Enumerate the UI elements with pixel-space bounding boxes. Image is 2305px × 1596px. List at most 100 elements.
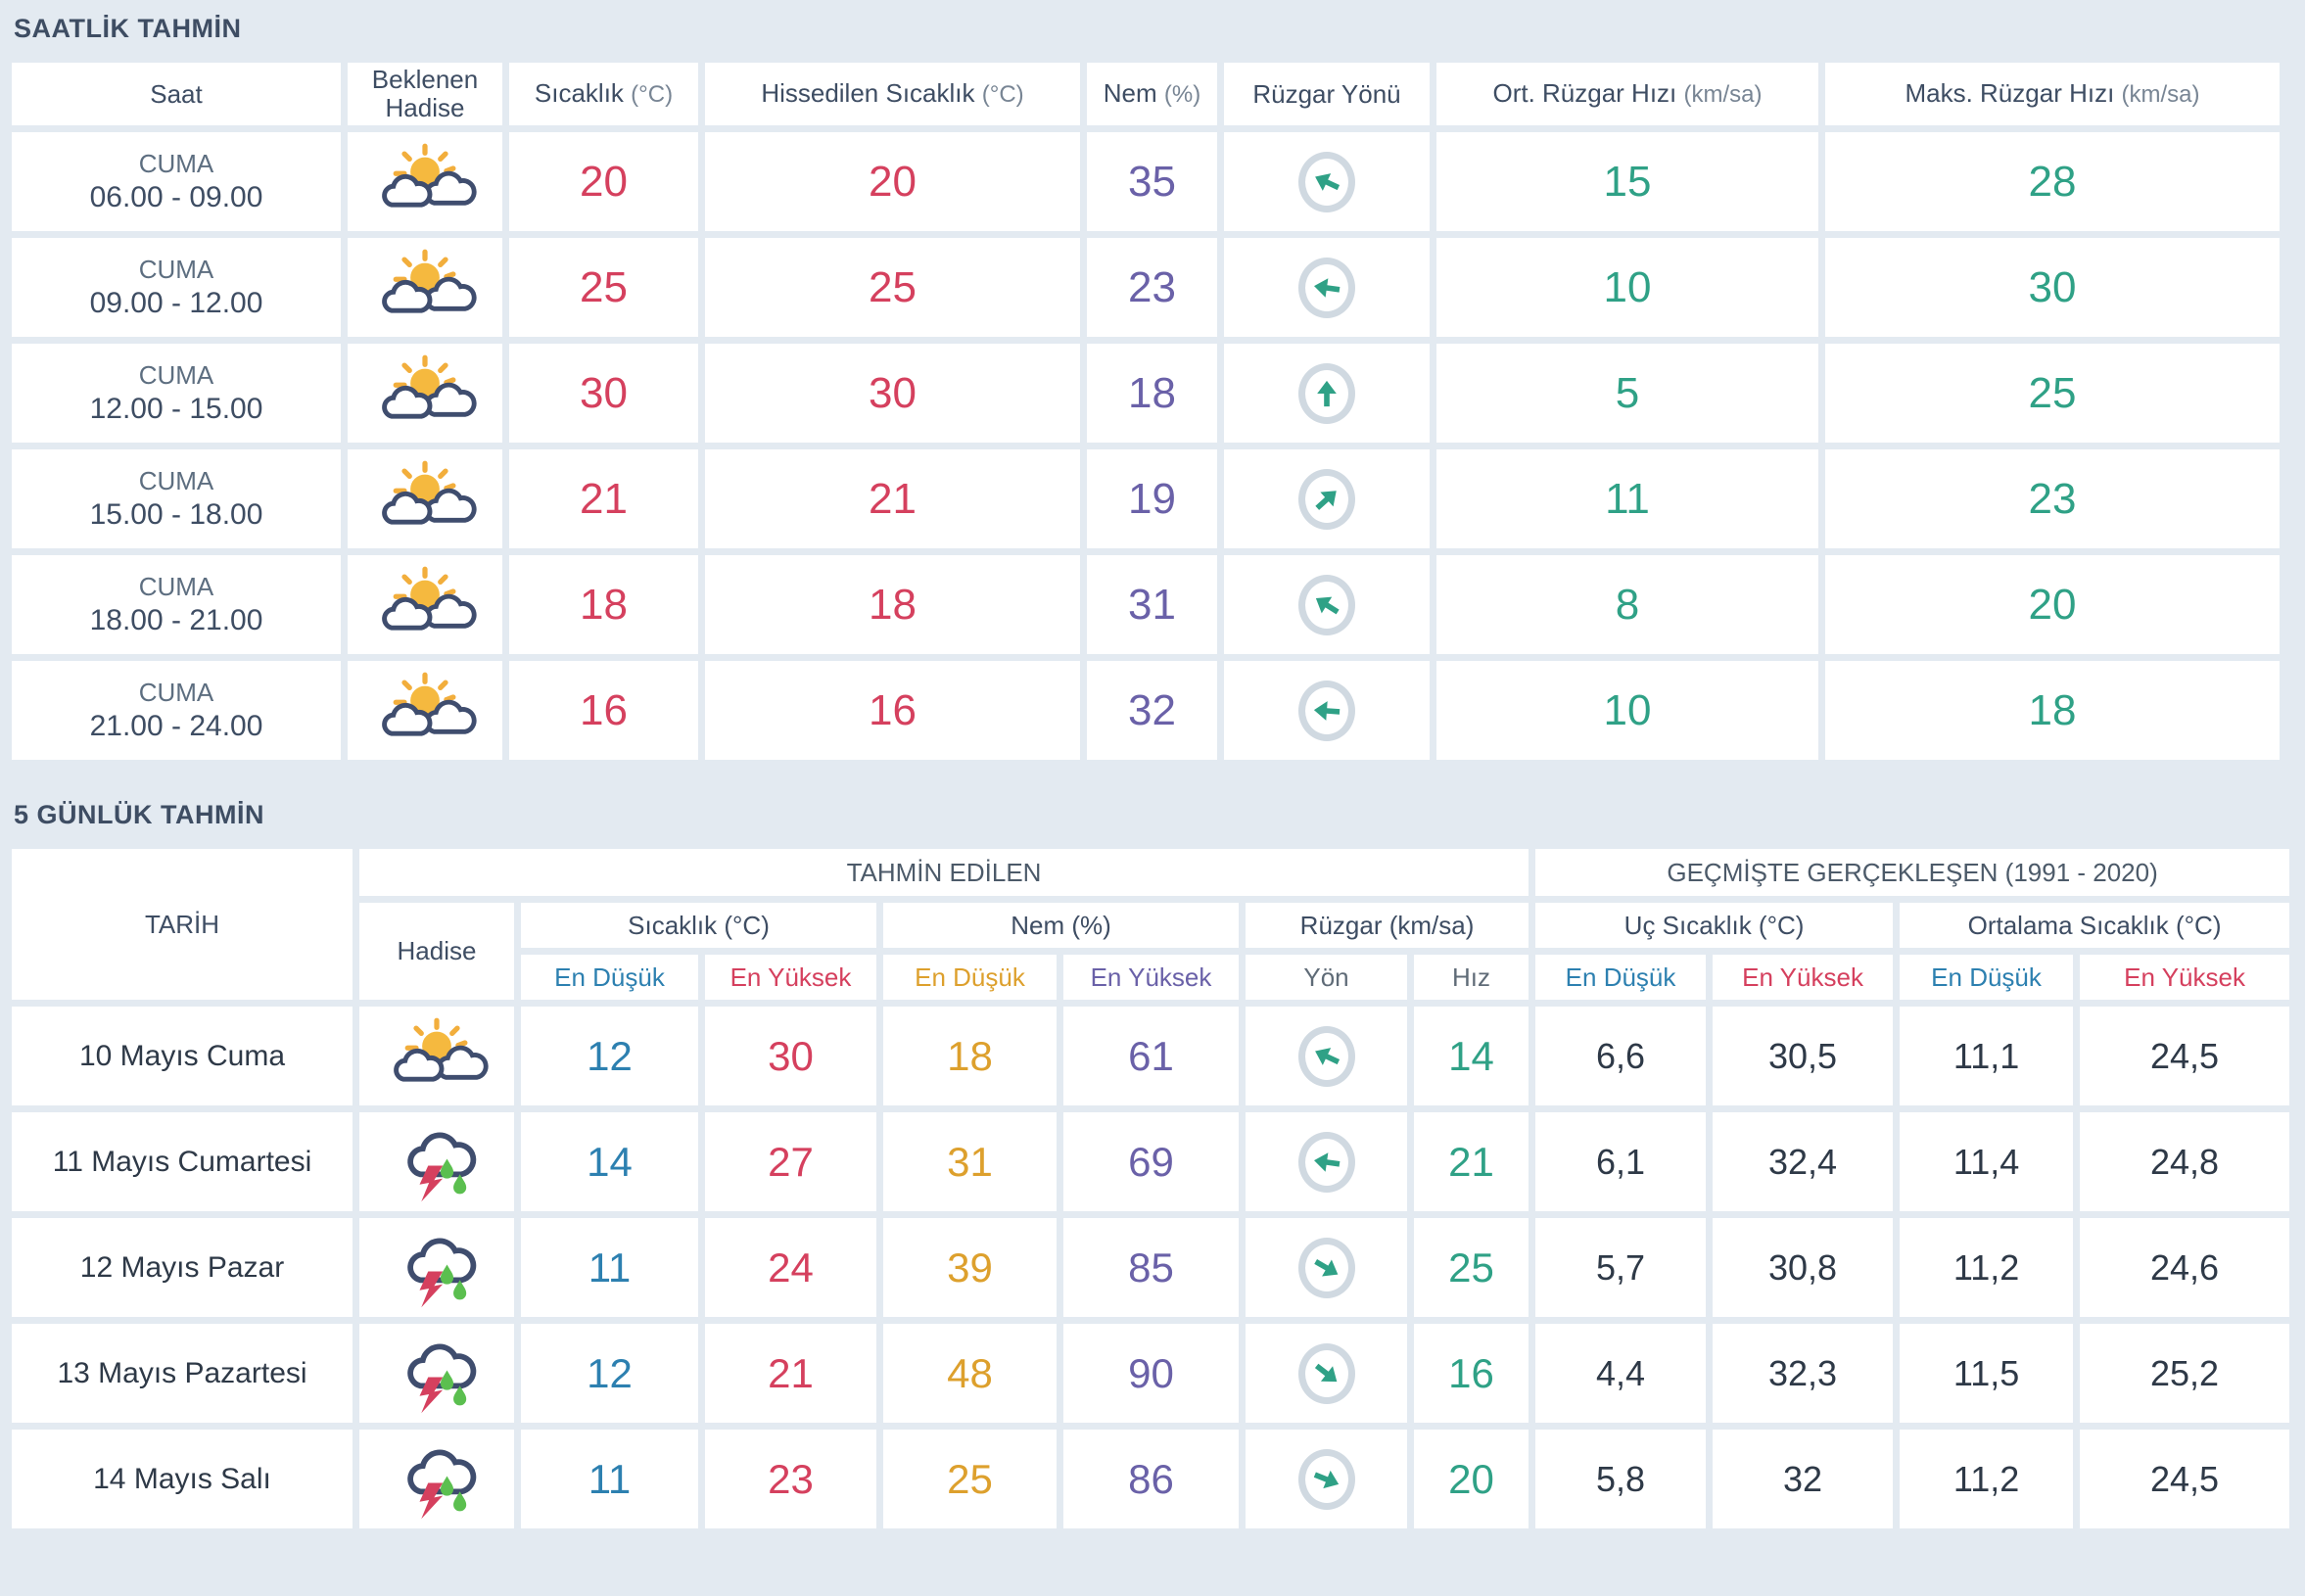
daily-sub-header-row: En Düşük En Yüksek En Düşük En Yüksek Yö… — [12, 955, 2290, 1000]
humidity-min-value: 18 — [947, 1032, 993, 1079]
avg-wind-speed-cell: 11 — [1436, 449, 1818, 548]
temp-min-value: 11 — [588, 1455, 632, 1502]
hourly-table-row: CUMA 09.00 - 12.00 25 25 23 10 30 — [12, 238, 2280, 337]
feels-like-cell: 30 — [705, 344, 1080, 443]
nem-unit: (%) — [1163, 81, 1201, 109]
daily-table-row: 14 Mayıs Salı 11 23 25 86 20 5,8 32 11,2… — [12, 1430, 2290, 1528]
temperature-cell: 18 — [509, 555, 698, 654]
humidity-min-cell: 25 — [883, 1430, 1057, 1528]
average-max-cell: 24,6 — [2080, 1218, 2290, 1317]
wind-direction-cell — [1246, 1218, 1407, 1317]
humidity-cell: 35 — [1087, 132, 1217, 231]
max-wind-speed-cell: 20 — [1825, 555, 2280, 654]
col-header-beklenen-hadise: Beklenen Hadise — [348, 63, 502, 125]
col-header-tarih: TARİH — [12, 849, 353, 1000]
temperature-value: 25 — [580, 262, 628, 311]
temperature-value: 30 — [580, 368, 628, 417]
expected-condition-cell — [348, 344, 502, 443]
temp-max-cell: 30 — [705, 1007, 876, 1105]
average-max-cell: 24,8 — [2080, 1112, 2290, 1211]
condition-cell — [359, 1112, 514, 1211]
temp-min-value: 11 — [588, 1244, 632, 1291]
humidity-max-value: 86 — [1128, 1455, 1174, 1502]
humidity-min-value: 31 — [947, 1138, 993, 1185]
weather-condition-icon — [372, 352, 478, 435]
max-wind-speed-cell: 25 — [1825, 344, 2280, 443]
date-cell: 13 Mayıs Pazartesi — [12, 1324, 353, 1423]
wind-direction-cell — [1224, 661, 1430, 760]
humidity-max-value: 90 — [1128, 1349, 1174, 1396]
hourly-table-row: CUMA 21.00 - 24.00 16 16 32 10 18 — [12, 661, 2280, 760]
temperature-cell: 20 — [509, 132, 698, 231]
temp-min-cell: 12 — [521, 1007, 698, 1105]
col-header-sicaklik: Sıcaklık (°C) — [509, 63, 698, 125]
avg-wind-speed-cell: 10 — [1436, 661, 1818, 760]
subheader-nem-en-yuksek: En Yüksek — [1063, 955, 1239, 1000]
extreme-min-value: 4,4 — [1596, 1352, 1646, 1393]
wind-direction-icon — [1298, 680, 1355, 741]
condition-cell — [359, 1007, 514, 1105]
average-max-cell: 25,2 — [2080, 1324, 2290, 1423]
wind-direction-icon — [1298, 574, 1355, 635]
hourly-table-row: CUMA 12.00 - 15.00 30 30 18 5 25 — [12, 344, 2280, 443]
feels-like-cell: 21 — [705, 449, 1080, 548]
max-wind-speed-value: 23 — [2028, 474, 2077, 523]
feels-like-value: 16 — [869, 685, 917, 734]
temp-max-cell: 23 — [705, 1430, 876, 1528]
day-label: CUMA — [138, 465, 214, 495]
wind-direction-icon — [1298, 257, 1355, 318]
wind-direction-cell — [1224, 344, 1430, 443]
group-header-tahmin-edilen: TAHMİN EDİLEN — [359, 849, 1529, 896]
subheader-ortalama-en-dusuk: En Düşük — [1900, 955, 2074, 1000]
feels-like-value: 21 — [869, 474, 917, 523]
humidity-cell: 23 — [1087, 238, 1217, 337]
avg-wind-speed-cell: 8 — [1436, 555, 1818, 654]
temp-max-cell: 21 — [705, 1324, 876, 1423]
daily-table-row: 13 Mayıs Pazartesi 12 21 48 90 16 4,4 32… — [12, 1324, 2290, 1423]
feels-like-cell: 16 — [705, 661, 1080, 760]
col-header-saat-label: Saat — [150, 78, 203, 109]
max-wind-speed-value: 18 — [2028, 685, 2077, 734]
wind-speed-cell: 20 — [1414, 1430, 1529, 1528]
weather-condition-icon — [372, 458, 478, 540]
humidity-min-cell: 31 — [883, 1112, 1057, 1211]
extreme-min-cell: 5,8 — [1535, 1430, 1707, 1528]
col-header-uc-sicaklik-group: Uç Sıcaklık (°C) — [1535, 903, 1894, 948]
date-cell: 11 Mayıs Cumartesi — [12, 1112, 353, 1211]
sicaklik-unit: (°C) — [631, 81, 674, 109]
average-max-value: 24,5 — [2150, 1035, 2220, 1076]
average-min-cell: 11,5 — [1900, 1324, 2074, 1423]
extreme-min-cell: 5,7 — [1535, 1218, 1707, 1317]
subheader-hiz: Hız — [1414, 955, 1529, 1000]
wind-direction-cell — [1224, 449, 1430, 548]
hour-range-cell: CUMA 06.00 - 09.00 — [12, 132, 341, 231]
avg-wind-speed-value: 15 — [1603, 157, 1652, 206]
temp-max-cell: 24 — [705, 1218, 876, 1317]
wind-speed-cell: 21 — [1414, 1112, 1529, 1211]
extreme-max-cell: 32 — [1713, 1430, 1894, 1528]
extreme-max-cell: 32,3 — [1713, 1324, 1894, 1423]
temperature-value: 18 — [580, 580, 628, 629]
temperature-cell: 21 — [509, 449, 698, 548]
wind-direction-icon — [1298, 468, 1355, 530]
expected-condition-cell — [348, 661, 502, 760]
date-label: 14 Mayıs Salı — [93, 1462, 271, 1495]
wind-speed-cell: 14 — [1414, 1007, 1529, 1105]
date-label: 13 Mayıs Pazartesi — [57, 1356, 307, 1389]
day-label: CUMA — [138, 359, 214, 390]
weather-condition-icon — [372, 247, 478, 329]
col-header-sicaklik-group: Sıcaklık (°C) — [521, 903, 876, 948]
average-min-cell: 11,4 — [1900, 1112, 2074, 1211]
day-label: CUMA — [138, 677, 214, 707]
col-header-nem-group: Nem (%) — [883, 903, 1239, 948]
subheader-uc-en-dusuk: En Düşük — [1535, 955, 1707, 1000]
date-label: 12 Mayıs Pazar — [79, 1250, 285, 1284]
wind-speed-value: 14 — [1448, 1032, 1494, 1079]
wind-direction-cell — [1246, 1112, 1407, 1211]
wind-speed-cell: 16 — [1414, 1324, 1529, 1423]
subheader-sicaklik-en-dusuk: En Düşük — [521, 955, 698, 1000]
hourly-forecast-table: Saat Beklenen Hadise Sıcaklık (°C) Hisse… — [5, 56, 2286, 767]
max-wind-speed-value: 20 — [2028, 580, 2077, 629]
weather-condition-icon — [384, 1438, 490, 1521]
expected-condition-cell — [348, 555, 502, 654]
